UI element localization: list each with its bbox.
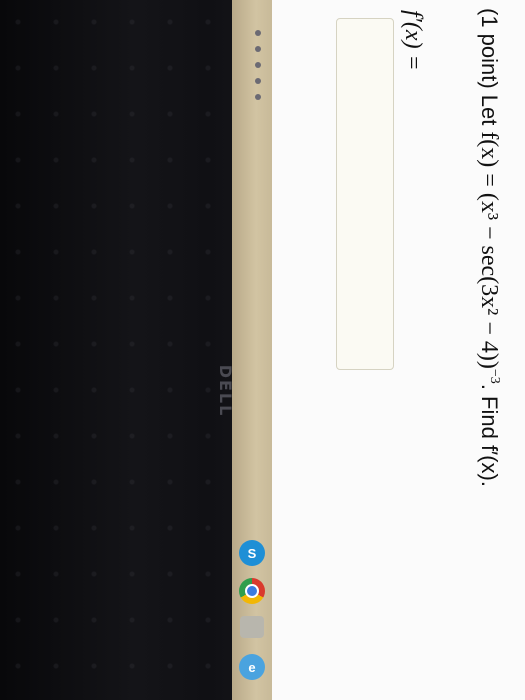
exponent: −3 bbox=[487, 368, 502, 384]
chrome-icon[interactable] bbox=[239, 578, 265, 604]
points-label: (1 point) bbox=[477, 8, 502, 89]
keyboard-keys bbox=[0, 0, 240, 700]
problem-statement: (1 point) Let f(x) = (x³ − sec(3x² − 4))… bbox=[475, 8, 502, 487]
tray-icon[interactable] bbox=[255, 46, 261, 52]
tray-icon[interactable] bbox=[255, 94, 261, 100]
tray-icon[interactable] bbox=[255, 30, 261, 36]
answer-label: f′(x) = bbox=[400, 10, 426, 71]
file-explorer-icon[interactable] bbox=[240, 616, 264, 638]
internet-explorer-icon[interactable]: e bbox=[239, 654, 265, 680]
let-text: Let bbox=[477, 94, 502, 126]
tray-icon[interactable] bbox=[255, 78, 261, 84]
skype-icon[interactable]: S bbox=[239, 540, 265, 566]
function-expression: f(x) = (x³ − sec(3x² − 4)) bbox=[476, 131, 502, 369]
tray-icon[interactable] bbox=[255, 62, 261, 68]
answer-input[interactable] bbox=[336, 18, 394, 370]
find-text: . Find f′(x). bbox=[477, 383, 502, 487]
